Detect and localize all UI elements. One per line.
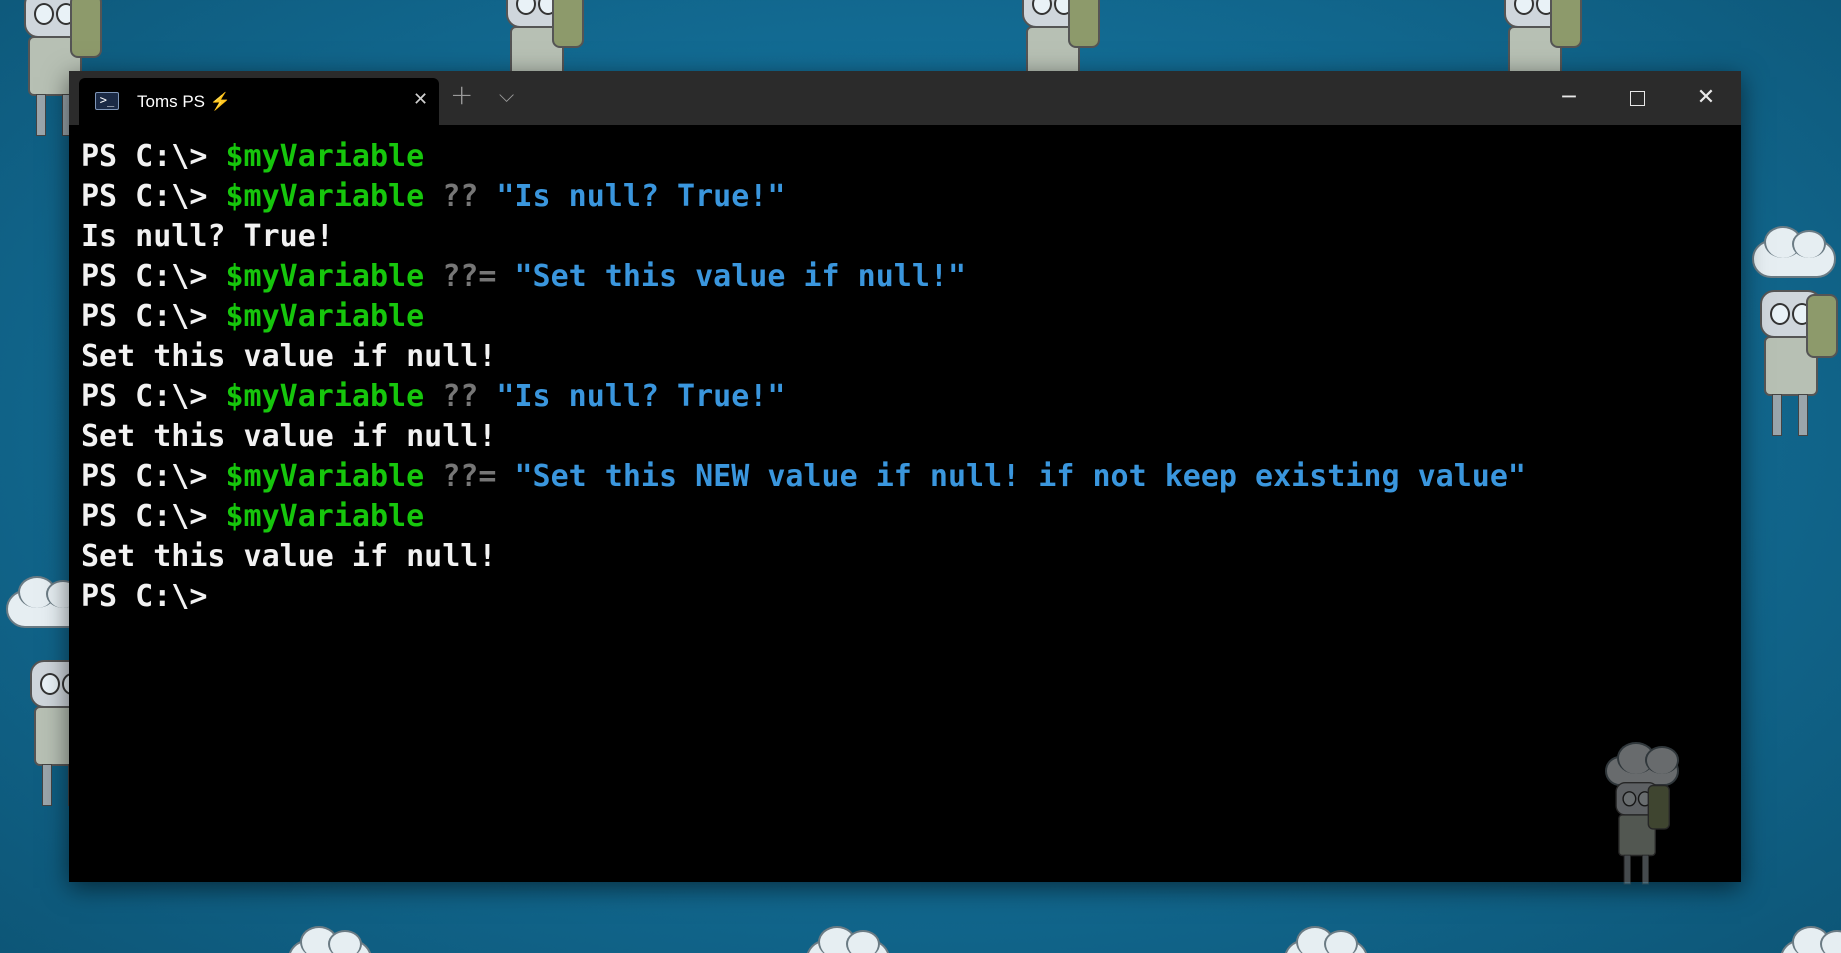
prompt: PS C:\> <box>81 499 226 534</box>
string-token: "Is null? True!" <box>478 379 786 414</box>
minimize-button[interactable]: ─ <box>1535 71 1603 125</box>
console-line: PS C:\> $myVariable ??= "Set this NEW va… <box>81 457 1526 497</box>
console-line: PS C:\> $myVariable ??= "Set this value … <box>81 257 1526 297</box>
operator-token: ?? <box>424 379 479 414</box>
console-line: Set this value if null! <box>81 337 1526 377</box>
prompt: PS C:\> <box>81 139 226 174</box>
operator-token: ?? <box>424 179 479 214</box>
new-tab-button[interactable]: + <box>450 81 473 109</box>
console-line: Set this value if null! <box>81 537 1526 577</box>
console-line: PS C:\> $myVariable <box>81 297 1526 337</box>
close-window-button[interactable]: ✕ <box>1672 71 1740 125</box>
tab-title: Toms PS ⚡ <box>137 92 231 111</box>
console-line: PS C:\> $myVariable <box>81 497 1526 537</box>
console-line: Set this value if null! <box>81 417 1526 457</box>
robot-wallpaper-icon <box>1748 290 1838 440</box>
command-output: Is null? True! <box>81 219 334 254</box>
robot-icon <box>1607 782 1670 887</box>
terminal-window[interactable]: >_ Toms PS ⚡ ✕ + ⌵ ─ ✕ PS C:\> $myVariab… <box>69 71 1741 885</box>
tab-toms-ps[interactable]: >_ Toms PS ⚡ ✕ <box>79 78 439 125</box>
cloud-wallpaper-icon <box>1780 926 1841 953</box>
console-line: Is null? True! <box>81 217 1526 257</box>
variable-token: $myVariable <box>225 139 425 174</box>
prompt: PS C:\> <box>81 379 226 414</box>
command-output: Set this value if null! <box>81 539 497 574</box>
variable-token: $myVariable <box>225 179 425 214</box>
string-token: "Set this NEW value if null! if not keep… <box>496 459 1526 494</box>
chevron-down-icon[interactable]: ⌵ <box>499 83 514 107</box>
prompt: PS C:\> <box>81 459 226 494</box>
operator-token: ??= <box>424 459 497 494</box>
prompt: PS C:\> <box>81 259 226 294</box>
prompt: PS C:\> <box>81 579 226 614</box>
variable-token: $myVariable <box>225 259 425 294</box>
variable-token: $myVariable <box>225 499 425 534</box>
string-token: "Set this value if null!" <box>496 259 967 294</box>
powershell-icon: >_ <box>95 92 119 110</box>
prompt: PS C:\> <box>81 299 226 334</box>
prompt: PS C:\> <box>81 179 226 214</box>
string-token: "Is null? True!" <box>478 179 786 214</box>
title-bar[interactable]: >_ Toms PS ⚡ ✕ + ⌵ ─ ✕ <box>69 71 1741 125</box>
operator-token: ??= <box>424 259 497 294</box>
robot-background-image <box>1597 742 1707 885</box>
console-output[interactable]: PS C:\> $myVariable PS C:\> $myVariable ?… <box>81 137 1526 617</box>
command-output: Set this value if null! <box>81 339 497 374</box>
close-tab-icon[interactable]: ✕ <box>413 90 428 110</box>
console-line: PS C:\> $myVariable <box>81 137 1526 177</box>
console-line: PS C:\> $myVariable ?? "Is null? True!" <box>81 377 1526 417</box>
variable-token: $myVariable <box>225 379 425 414</box>
cloud-wallpaper-icon <box>288 926 372 953</box>
maximize-icon <box>1629 90 1645 106</box>
console-line: PS C:\> $myVariable ?? "Is null? True!" <box>81 177 1526 217</box>
console-line: PS C:\> <box>81 577 1526 617</box>
variable-token: $myVariable <box>225 299 425 334</box>
cloud-wallpaper-icon <box>1752 226 1836 278</box>
cloud-wallpaper-icon <box>806 926 890 953</box>
maximize-button[interactable] <box>1603 71 1671 125</box>
command-output: Set this value if null! <box>81 419 497 454</box>
variable-token: $myVariable <box>225 459 425 494</box>
cloud-wallpaper-icon <box>1284 926 1368 953</box>
